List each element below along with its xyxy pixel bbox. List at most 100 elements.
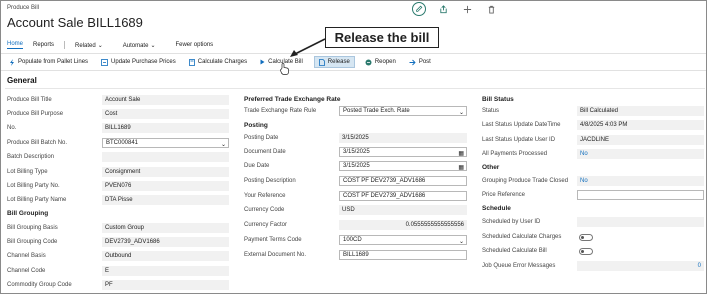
field-posting-date: Posting Date — [244, 133, 278, 143]
field-label: Your Reference — [244, 193, 286, 199]
callout-arrow — [290, 38, 326, 57]
sched-charges-toggle[interactable] — [579, 234, 593, 241]
mouse-cursor-icon — [280, 63, 289, 77]
calendar-icon[interactable]: ▦ — [458, 150, 464, 157]
batch-no-input[interactable]: BTC000841 ⌄ — [102, 138, 229, 148]
delete-icon[interactable] — [484, 2, 498, 16]
field-label: Last Status Update User ID — [482, 137, 556, 143]
field-label: Produce Bill Batch No. — [7, 140, 68, 146]
field-lot-party-no: Lot Billing Party No. — [7, 181, 60, 191]
field-label: Lot Billing Type — [7, 169, 48, 175]
field-label: Commodity Group Code — [7, 282, 72, 288]
field-payment-terms: Payment Terms Code — [244, 235, 302, 245]
field-lot-party-name: Lot Billing Party Name — [7, 195, 66, 205]
payment-terms-select[interactable]: 100CD ⌄ — [339, 235, 467, 245]
subheading-fx: Preferred Trade Exchange Rate — [244, 96, 341, 103]
field-label: Currency Code — [244, 207, 285, 213]
field-due-date: Due Date — [244, 161, 269, 171]
job-queue-link[interactable]: 0 — [577, 261, 704, 271]
reopen-button[interactable]: Reopen — [363, 56, 398, 68]
field-label: Scheduled Calculate Bill — [482, 248, 547, 254]
your-ref-input[interactable]: COST PF DEV2739_ADV1686 — [339, 191, 467, 201]
currency-factor-value: 0.0555555555555556 — [339, 220, 467, 230]
subheading-other: Other — [482, 164, 500, 171]
field-batch-desc: Batch Description — [7, 152, 54, 162]
page-title: Account Sale BILL1689 — [7, 15, 143, 30]
fewer-options-link[interactable]: Fewer options — [175, 42, 213, 48]
field-currency-code: Currency Code — [244, 205, 284, 215]
ext-doc-input[interactable]: BILL1689 — [339, 250, 467, 260]
menu-related[interactable]: Related ⌄ — [75, 42, 113, 49]
field-posting-desc: Posting Description — [244, 176, 296, 186]
field-label: Payment Terms Code — [244, 237, 302, 243]
last-user-value: JACDLINE — [577, 135, 704, 145]
reopen-icon — [365, 59, 372, 65]
sched-bill-toggle[interactable] — [579, 248, 593, 255]
tab-reports[interactable]: Reports — [33, 42, 54, 48]
document-edit-icon — [101, 58, 108, 66]
fx-rule-value: Posted Trade Exch. Rate — [343, 108, 410, 114]
field-grouping-closed: Grouping Produce Trade Closed — [482, 176, 568, 186]
currency-code-value: USD — [339, 205, 467, 215]
field-label: Produce Bill Purpose — [7, 111, 64, 117]
edit-icon[interactable] — [412, 2, 426, 16]
tab-home[interactable]: Home — [7, 41, 24, 49]
separator — [64, 41, 66, 49]
chevron-down-icon[interactable]: ⌄ — [459, 238, 464, 245]
post-button[interactable]: Post — [407, 56, 433, 68]
share-icon[interactable] — [436, 2, 450, 16]
document-icon — [318, 58, 325, 66]
calculator-icon — [188, 58, 195, 66]
calendar-icon[interactable]: ▦ — [458, 164, 464, 171]
add-icon[interactable] — [460, 2, 474, 16]
update-prices-button[interactable]: Update Purchase Prices — [99, 56, 178, 68]
grouping-closed-link[interactable]: No — [577, 176, 704, 186]
field-label: Posting Date — [244, 135, 279, 141]
field-job-queue: Job Queue Error Messages — [482, 261, 555, 271]
field-label: Trade Exchange Rate Rule — [244, 108, 317, 114]
field-produce-bill-title: Produce Bill Title — [7, 95, 52, 105]
calc-charges-button[interactable]: Calculate Charges — [187, 56, 249, 68]
purpose-value: Cost — [102, 109, 229, 119]
all-payments-link[interactable]: No — [577, 149, 704, 159]
due-date-input[interactable]: 3/15/2025 ▦ — [339, 161, 467, 171]
grouping-code-value: DEV2739_ADV1686 — [102, 237, 229, 247]
posting-date-value: 3/15/2025 — [339, 133, 467, 143]
populate-button[interactable]: Populate from Pallet Lines — [7, 56, 90, 68]
post-icon — [409, 59, 416, 65]
toolbar: Populate from Pallet Lines Update Purcha… — [7, 56, 442, 68]
field-purpose: Produce Bill Purpose — [7, 109, 63, 119]
menu-automate[interactable]: Automate ⌄ — [123, 42, 166, 49]
callout-label: Release the bill — [325, 27, 439, 48]
field-label: Lot Billing Party No. — [7, 183, 60, 189]
field-batch-no: Produce Bill Batch No. — [7, 138, 67, 148]
field-label: Channel Code — [7, 268, 46, 274]
field-document-date: Document Date — [244, 147, 286, 157]
fx-rule-select[interactable]: Posted Trade Exch. Rate ⌄ — [339, 106, 467, 116]
subheading-schedule: Schedule — [482, 205, 511, 212]
field-your-ref: Your Reference — [244, 191, 285, 201]
subheading-posting: Posting — [244, 122, 268, 129]
field-label: Scheduled Calculate Charges — [482, 234, 562, 240]
chevron-down-icon[interactable]: ⌄ — [221, 141, 226, 148]
page-frame: Produce Bill Account Sale BILL1689 Home … — [0, 0, 707, 294]
due-date-value: 3/15/2025 — [343, 163, 370, 169]
grouping-basis-value: Custom Group — [102, 223, 229, 233]
field-all-payments: All Payments Processed — [482, 149, 547, 159]
field-label: Price Reference — [482, 192, 526, 198]
price-ref-input[interactable] — [577, 190, 704, 200]
chevron-down-icon[interactable]: ⌄ — [459, 109, 464, 116]
lot-party-name-value: DTA Pisse — [102, 195, 229, 205]
divider — [1, 70, 706, 71]
subheading-bill-grouping: Bill Grouping — [7, 210, 49, 217]
field-label: Bill Grouping Code — [7, 239, 58, 245]
document-date-input[interactable]: 3/15/2025 ▦ — [339, 147, 467, 157]
posting-desc-input[interactable]: COST PF DEV2739_ADV1686 — [339, 176, 467, 186]
field-label: Produce Bill Title — [7, 97, 52, 103]
field-commodity-group: Commodity Group Code — [7, 280, 72, 290]
channel-basis-value: Outbound — [102, 251, 229, 261]
field-sched-bill: Scheduled Calculate Bill — [482, 246, 547, 256]
lightning-icon — [10, 58, 14, 66]
field-fx-rule: Trade Exchange Rate Rule — [244, 106, 316, 116]
section-title: General — [7, 76, 37, 85]
